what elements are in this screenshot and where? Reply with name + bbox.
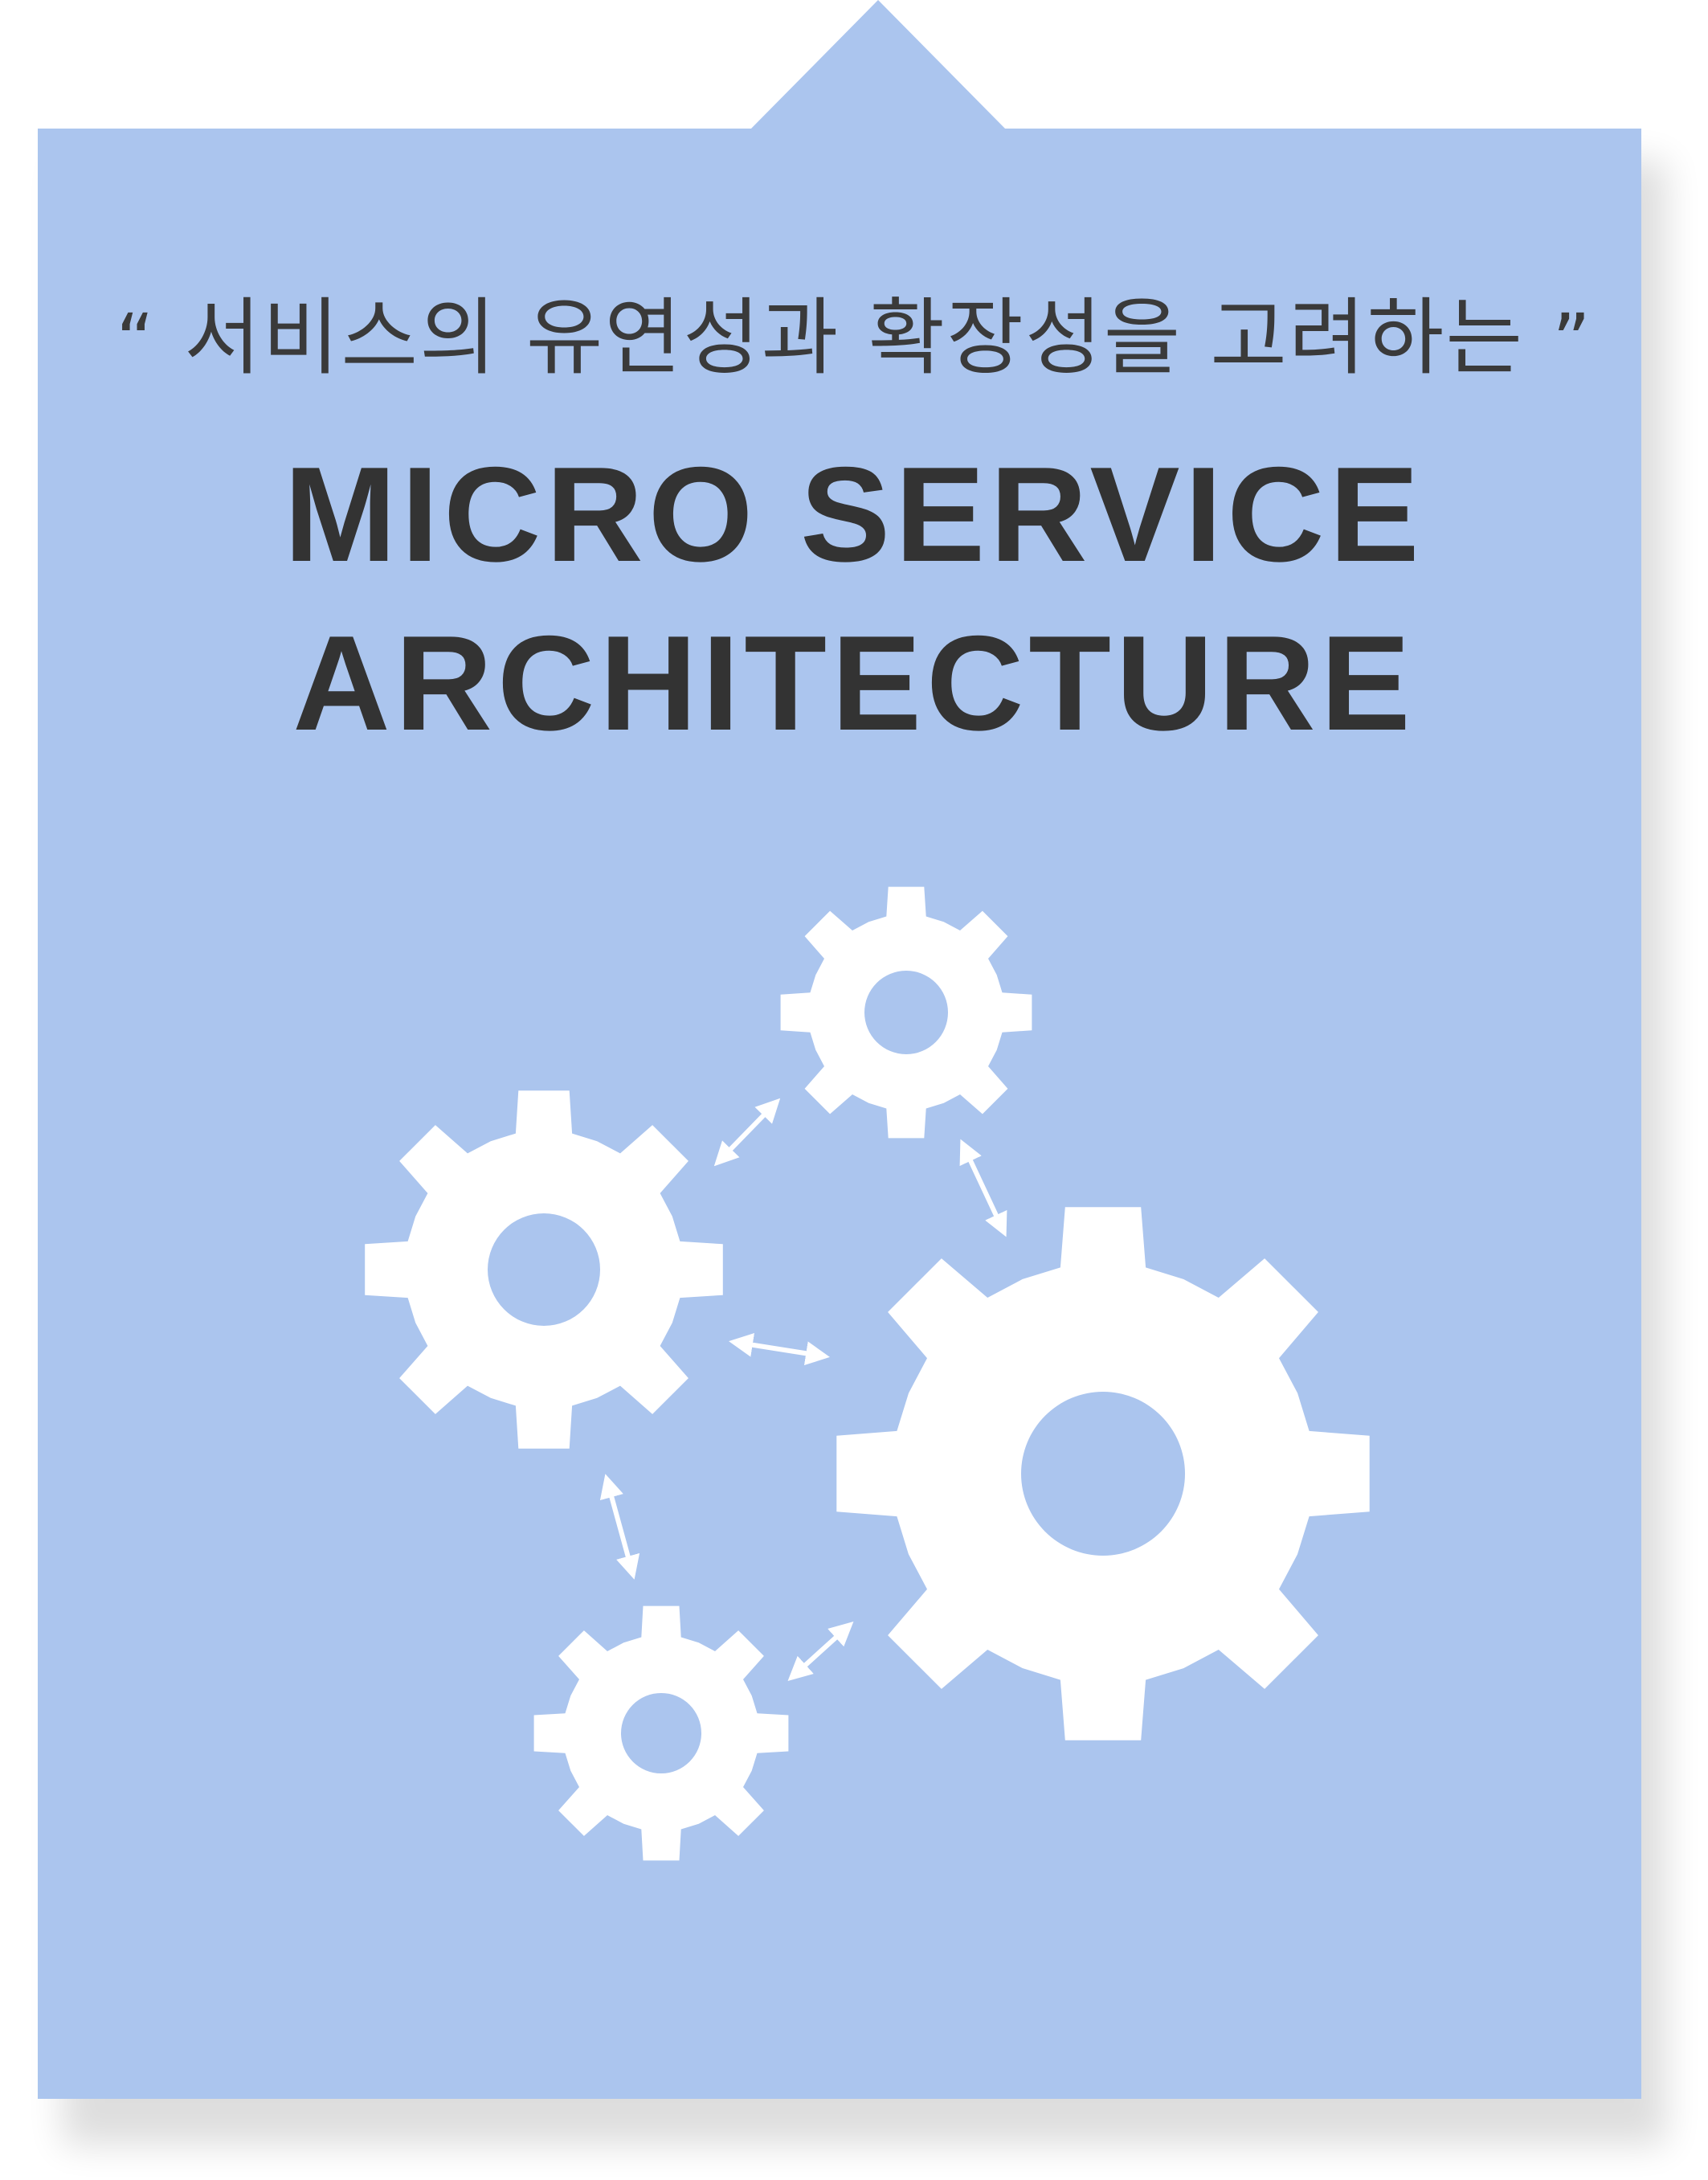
double-arrow-icon: [729, 1332, 830, 1366]
double-arrow-icon: [787, 1621, 854, 1682]
gear-icon: [533, 1605, 789, 1861]
gear-icon: [780, 886, 1032, 1139]
double-arrow-icon: [959, 1139, 1007, 1237]
double-arrow-icon: [713, 1098, 781, 1167]
gear-icon: [365, 1090, 723, 1449]
double-arrow-icon: [599, 1474, 640, 1580]
gears-illustration: [365, 886, 1370, 1861]
gear-icon: [836, 1207, 1370, 1740]
